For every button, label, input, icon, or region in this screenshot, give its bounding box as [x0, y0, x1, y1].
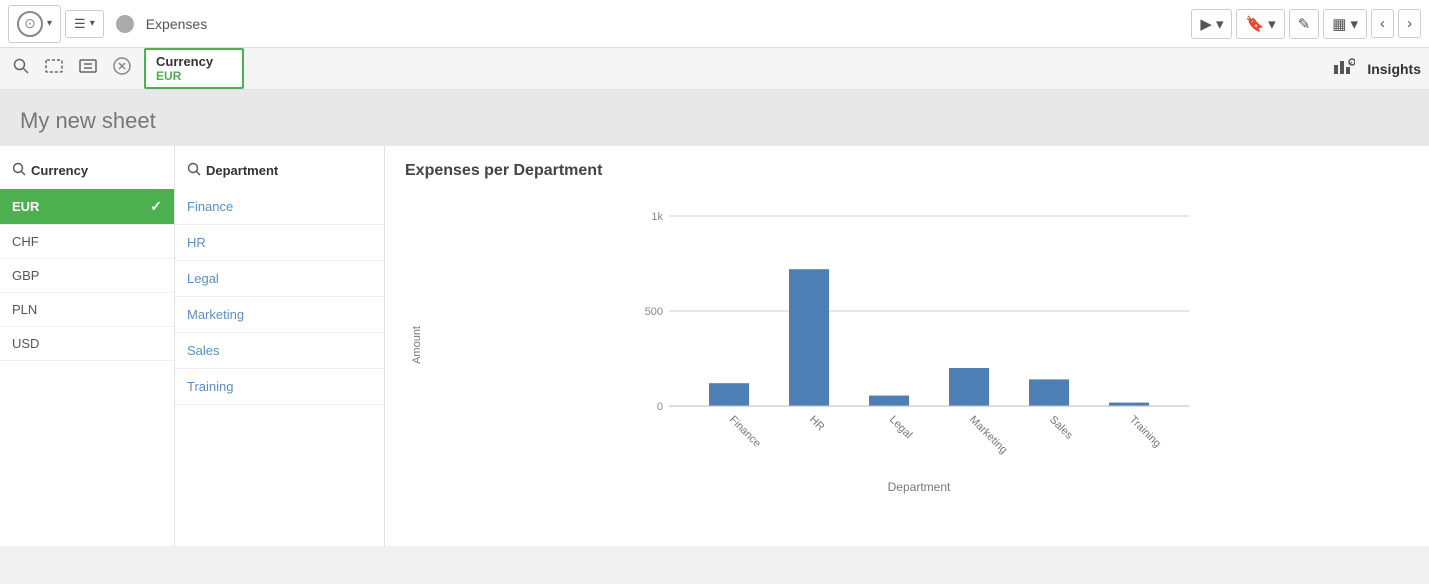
chart-title: Expenses per Department: [405, 162, 1409, 180]
department-item[interactable]: Marketing: [175, 297, 384, 333]
svg-text:HR: HR: [807, 414, 827, 434]
currency-panel-title: Currency: [31, 163, 88, 178]
list-icon: ☰: [74, 16, 86, 32]
currency-panel: Currency EUR✓CHFGBPPLNUSD: [0, 146, 175, 546]
currency-item[interactable]: EUR✓: [0, 189, 174, 225]
compass-icon: ⊙: [17, 11, 43, 37]
currency-filter-chip[interactable]: Currency EUR: [144, 48, 244, 89]
chip-title: Currency: [156, 54, 232, 69]
department-list: FinanceHRLegalMarketingSalesTraining: [175, 189, 384, 405]
app-title: Expenses: [146, 16, 207, 32]
search-icon: [12, 57, 30, 75]
currency-item[interactable]: USD: [0, 327, 174, 361]
chart-panel: Expenses per Department Amount 0 500 1k Fin…: [385, 146, 1429, 546]
bar-sales: [1029, 379, 1069, 406]
bar-finance: [709, 383, 749, 406]
currency-item[interactable]: CHF: [0, 225, 174, 259]
y-axis-label: Amount: [411, 326, 423, 364]
edit-button[interactable]: ✎: [1289, 9, 1320, 39]
svg-text:Finance: Finance: [727, 414, 763, 450]
currency-search-icon: [12, 162, 26, 179]
department-item[interactable]: Sales: [175, 333, 384, 369]
list-view-button[interactable]: ☰ ▾: [65, 10, 104, 38]
currency-item[interactable]: PLN: [0, 293, 174, 327]
lasso-button[interactable]: [40, 52, 68, 85]
insights-right-button[interactable]: Insights: [1367, 61, 1421, 77]
svg-text:1k: 1k: [651, 211, 663, 223]
lasso-icon: [44, 56, 64, 76]
bar-marketing: [949, 368, 989, 406]
main-content: Currency EUR✓CHFGBPPLNUSD Department Fin…: [0, 146, 1429, 546]
chart-button[interactable]: ▦ ▾: [1323, 9, 1367, 39]
insights-icon-button[interactable]: [1329, 53, 1359, 84]
present-button[interactable]: ▶ ▾: [1191, 9, 1232, 39]
svg-text:Marketing: Marketing: [967, 414, 1010, 457]
department-item[interactable]: Legal: [175, 261, 384, 297]
bookmark-chevron: ▾: [1268, 15, 1276, 33]
insights-label: Insights: [1367, 61, 1421, 77]
pencil-icon: ✎: [1298, 15, 1311, 33]
svg-text:Legal: Legal: [887, 414, 915, 442]
bar-legal: [869, 396, 909, 406]
bookmark-icon: 🔖: [1245, 15, 1264, 33]
bar-chart-icon: [1333, 57, 1355, 75]
forward-icon: ›: [1407, 15, 1412, 32]
chart-chevron: ▾: [1350, 15, 1358, 33]
department-panel-title: Department: [206, 163, 278, 178]
top-toolbar: ⊙ ▾ ☰ ▾ Expenses ▶ ▾ 🔖 ▾ ✎ ▦ ▾ ‹: [0, 0, 1429, 48]
svg-text:Training: Training: [1127, 414, 1163, 450]
bar-hr: [789, 269, 829, 406]
select-button[interactable]: [74, 52, 102, 85]
toolbar-right: ▶ ▾ 🔖 ▾ ✎ ▦ ▾ ‹ ›: [1191, 9, 1421, 39]
present-chevron: ▾: [1216, 15, 1224, 33]
x-axis-label: Department: [429, 480, 1409, 494]
sheet-title: My new sheet: [20, 108, 1409, 134]
clear-button[interactable]: [108, 52, 136, 85]
department-panel-header: Department: [175, 156, 384, 189]
department-item[interactable]: Training: [175, 369, 384, 405]
select-icon: [78, 56, 98, 76]
chip-value: EUR: [156, 69, 232, 83]
check-icon: ✓: [150, 198, 162, 215]
forward-button[interactable]: ›: [1398, 9, 1421, 38]
bookmark-button[interactable]: 🔖 ▾: [1236, 9, 1284, 39]
back-button[interactable]: ‹: [1371, 9, 1394, 38]
app-dot-icon: [116, 15, 134, 33]
svg-text:Sales: Sales: [1047, 414, 1075, 442]
filter-right: Insights: [1329, 53, 1421, 84]
svg-text:0: 0: [657, 401, 663, 413]
department-panel: Department FinanceHRLegalMarketingSalesT…: [175, 146, 385, 546]
compass-button[interactable]: ⊙ ▾: [8, 5, 61, 43]
present-icon: ▶: [1200, 15, 1212, 33]
currency-panel-header: Currency: [0, 156, 174, 189]
clear-icon: [112, 56, 132, 76]
toolbar-left: ⊙ ▾ ☰ ▾ Expenses: [8, 5, 207, 43]
back-icon: ‹: [1380, 15, 1385, 32]
department-item[interactable]: Finance: [175, 189, 384, 225]
currency-item[interactable]: GBP: [0, 259, 174, 293]
department-item[interactable]: HR: [175, 225, 384, 261]
list-chevron: ▾: [90, 18, 95, 29]
svg-text:500: 500: [645, 306, 663, 318]
filter-bar: Currency EUR Insights: [0, 48, 1429, 90]
currency-list: EUR✓CHFGBPPLNUSD: [0, 189, 174, 361]
department-search-icon: [187, 162, 201, 179]
bar-chart: 0 500 1k Finance HR Legal Marketing Sales Traini…: [429, 196, 1409, 476]
bar-training: [1109, 403, 1149, 406]
filter-tools: [8, 52, 136, 85]
search-filter-button[interactable]: [8, 53, 34, 84]
compass-chevron: ▾: [47, 18, 52, 29]
sheet-title-bar: My new sheet: [0, 90, 1429, 146]
chart-icon: ▦: [1332, 15, 1346, 33]
